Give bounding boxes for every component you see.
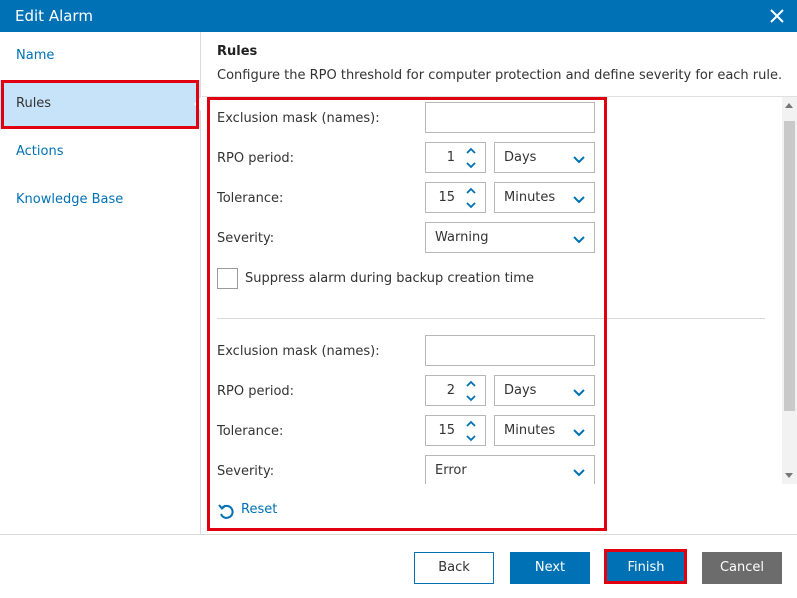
chevron-down-icon (573, 193, 585, 204)
exclusion-mask-label: Exclusion mask (names): (217, 111, 380, 126)
title-bar: Edit Alarm (0, 0, 797, 32)
tolerance-stepper[interactable]: 15 (425, 415, 486, 446)
wizard-footer: Back Next Finish Cancel (0, 534, 797, 598)
chevron-down-icon[interactable] (464, 432, 478, 444)
exclusion-mask-input[interactable] (425, 102, 595, 133)
severity-label: Severity: (217, 464, 275, 479)
chevron-down-icon[interactable] (464, 392, 478, 404)
rpo-unit-value: Days (504, 383, 537, 398)
severity-select[interactable]: Error (425, 455, 595, 484)
sidebar-item-label: Rules (16, 96, 52, 111)
rpo-unit-value: Days (504, 150, 537, 165)
chevron-up-icon[interactable] (464, 145, 478, 157)
rpo-period-stepper[interactable]: 2 (425, 375, 486, 406)
chevron-down-icon (573, 153, 585, 164)
severity-value: Warning (435, 230, 489, 245)
next-button[interactable]: Next (510, 552, 590, 584)
tolerance-value: 15 (438, 190, 455, 205)
severity-value: Error (435, 463, 467, 478)
sidebar-item-label: Name (16, 48, 55, 63)
tolerance-value: 15 (438, 423, 455, 438)
chevron-down-icon[interactable] (464, 199, 478, 211)
exclusion-mask-input[interactable] (425, 335, 595, 366)
tolerance-unit-value: Minutes (504, 423, 556, 438)
edit-alarm-window: Edit Alarm Name Rules Actions Knowledge … (0, 0, 797, 598)
tolerance-label: Tolerance: (217, 424, 284, 439)
finish-button[interactable]: Finish (606, 552, 686, 584)
chevron-down-icon (573, 233, 585, 244)
sidebar-item-knowledge-base[interactable]: Knowledge Base (0, 176, 200, 224)
chevron-down-icon (573, 426, 585, 437)
scrollbar-thumb[interactable] (784, 121, 795, 411)
tolerance-unit-select[interactable]: Minutes (494, 182, 595, 213)
sidebar-item-actions[interactable]: Actions (0, 128, 200, 176)
cancel-button[interactable]: Cancel (702, 552, 782, 584)
rules-list: Exclusion mask (names): RPO period: 1 Da… (202, 97, 782, 484)
close-icon[interactable] (766, 5, 788, 27)
window-title: Edit Alarm (15, 7, 93, 25)
page-description: Configure the RPO threshold for computer… (217, 68, 783, 83)
sidebar-item-name[interactable]: Name (0, 32, 200, 80)
scroll-down-icon[interactable] (785, 473, 793, 478)
rpo-period-value: 2 (446, 383, 455, 398)
exclusion-mask-label: Exclusion mask (names): (217, 344, 380, 359)
scroll-up-icon[interactable] (785, 103, 793, 108)
page-title: Rules (217, 44, 258, 59)
tolerance-label: Tolerance: (217, 191, 284, 206)
suppress-alarm-label: Suppress alarm during backup creation ti… (245, 271, 534, 286)
sidebar-item-label: Knowledge Base (16, 192, 124, 207)
rpo-unit-select[interactable]: Days (494, 142, 595, 173)
chevron-down-icon[interactable] (464, 159, 478, 171)
rpo-period-stepper[interactable]: 1 (425, 142, 486, 173)
sidebar-item-label: Actions (16, 144, 64, 159)
rpo-unit-select[interactable]: Days (494, 375, 595, 406)
rpo-period-label: RPO period: (217, 384, 295, 399)
undo-icon (218, 504, 234, 519)
wizard-sidebar: Name Rules Actions Knowledge Base (0, 32, 201, 534)
sidebar-item-rules[interactable]: Rules (0, 80, 201, 128)
tolerance-stepper[interactable]: 15 (425, 182, 486, 213)
rule-divider (217, 318, 765, 319)
reset-label: Reset (241, 502, 278, 517)
rules-scrollbar[interactable] (782, 97, 797, 484)
chevron-up-icon[interactable] (464, 185, 478, 197)
chevron-up-icon[interactable] (464, 418, 478, 430)
chevron-down-icon (573, 466, 585, 477)
tolerance-unit-value: Minutes (504, 190, 556, 205)
rpo-period-value: 1 (446, 150, 455, 165)
tolerance-unit-select[interactable]: Minutes (494, 415, 595, 446)
suppress-alarm-checkbox[interactable] (217, 268, 238, 289)
severity-select[interactable]: Warning (425, 222, 595, 253)
selection-notch-icon (194, 97, 201, 111)
chevron-up-icon[interactable] (464, 378, 478, 390)
chevron-down-icon (573, 386, 585, 397)
severity-label: Severity: (217, 231, 275, 246)
back-button[interactable]: Back (414, 552, 494, 584)
rpo-period-label: RPO period: (217, 151, 295, 166)
